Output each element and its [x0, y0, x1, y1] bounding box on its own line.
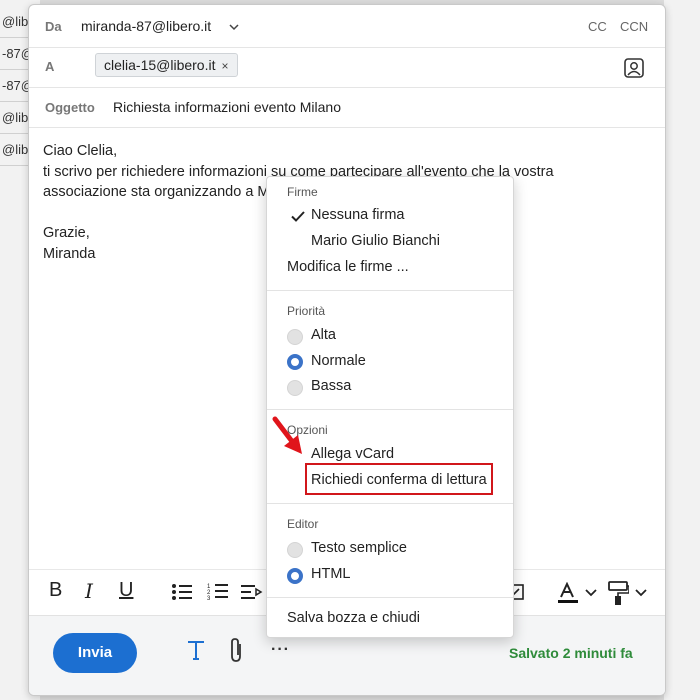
menu-divider — [267, 597, 513, 598]
menu-item-normale[interactable]: Normale — [311, 353, 366, 369]
ccn-button[interactable]: CCN — [620, 19, 648, 34]
recipient-chip[interactable]: clelia-15@libero.it × — [95, 53, 238, 77]
chevron-down-icon[interactable] — [585, 589, 597, 597]
from-label: Da — [45, 19, 62, 34]
menu-item-alta[interactable]: Alta — [311, 327, 336, 343]
more-options-button[interactable]: ··· — [271, 641, 290, 659]
indent-icon[interactable] — [241, 583, 263, 601]
menu-item-bassa[interactable]: Bassa — [311, 378, 351, 394]
attachment-icon[interactable] — [227, 636, 245, 664]
menu-item-mario-giulio-bianchi[interactable]: Mario Giulio Bianchi — [311, 233, 440, 249]
menu-item-modifica-firme[interactable]: Modifica le firme ... — [287, 259, 409, 275]
numbered-list-icon[interactable]: 1 2 3 — [207, 582, 229, 602]
menu-item-nessuna-firma[interactable]: Nessuna firma — [311, 207, 404, 223]
chevron-down-icon[interactable] — [635, 589, 647, 597]
text-format-icon[interactable] — [186, 639, 206, 661]
menu-item-salva-bozza[interactable]: Salva bozza e chiudi — [287, 610, 420, 626]
firme-section-title: Firme — [287, 185, 318, 199]
body-line: Ciao Clelia, — [43, 143, 118, 159]
recipient-chip-label: clelia-15@libero.it — [104, 57, 216, 73]
saved-status: Salvato 2 minuti fa — [509, 645, 633, 661]
text-color-icon[interactable] — [557, 582, 579, 604]
subject-row: Oggetto Richiesta informazioni evento Mi… — [29, 87, 665, 128]
menu-item-allega-vcard[interactable]: Allega vCard — [311, 446, 394, 462]
radio-alta[interactable] — [287, 329, 303, 345]
highlight-box — [305, 463, 493, 495]
remove-recipient-icon[interactable]: × — [221, 59, 228, 73]
to-label: A — [45, 59, 55, 74]
subject-label: Oggetto — [45, 100, 95, 115]
radio-normale[interactable] — [287, 354, 303, 370]
menu-divider — [267, 290, 513, 291]
send-button[interactable]: Invia — [53, 633, 137, 673]
underline-button[interactable]: U — [119, 579, 133, 602]
options-menu: Firme Nessuna firma Mario Giulio Bianchi… — [266, 176, 514, 638]
menu-item-testo-semplice[interactable]: Testo semplice — [311, 540, 407, 556]
bullet-list-icon[interactable] — [171, 583, 193, 601]
subject-input[interactable]: Richiesta informazioni evento Milano — [113, 99, 341, 115]
menu-divider — [267, 409, 513, 410]
editor-section-title: Editor — [287, 517, 319, 531]
svg-text:3: 3 — [207, 596, 211, 602]
from-select[interactable]: miranda-87@libero.it — [81, 18, 239, 34]
bold-button[interactable]: B — [49, 579, 62, 602]
radio-testo-semplice[interactable] — [287, 542, 303, 558]
radio-html[interactable] — [287, 568, 303, 584]
red-arrow-icon — [272, 416, 302, 454]
italic-button[interactable]: I — [85, 579, 93, 603]
radio-bassa[interactable] — [287, 380, 303, 396]
menu-divider — [267, 503, 513, 504]
from-row: Da miranda-87@libero.it CC CCN — [29, 5, 665, 48]
highlight-brush-icon[interactable] — [607, 580, 629, 606]
from-value: miranda-87@libero.it — [81, 18, 212, 34]
priorita-section-title: Priorità — [287, 304, 326, 318]
cc-button[interactable]: CC — [588, 19, 607, 34]
background-right-panel — [664, 0, 700, 700]
menu-item-html[interactable]: HTML — [311, 566, 350, 582]
checkmark-icon — [291, 211, 305, 222]
chevron-down-icon — [229, 24, 239, 31]
contacts-icon[interactable] — [623, 57, 645, 79]
